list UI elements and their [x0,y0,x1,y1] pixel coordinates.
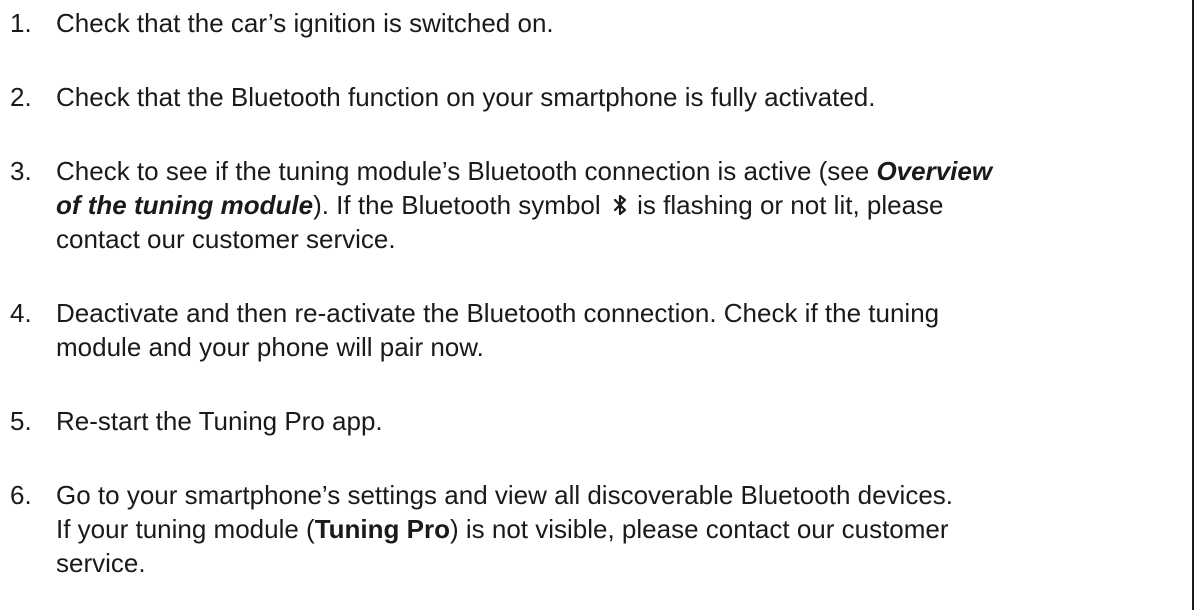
step-text: Check that the Bluetooth function on you… [56,82,876,112]
overview-reference-cont: of the tuning module [56,190,314,220]
step-text-line-2: module and your phone will pair now. [56,332,484,362]
step-text-line-2: of the tuning module). If the Bluetooth … [56,188,1190,222]
step-number: 3. [10,156,32,186]
step-number: 2. [10,82,32,112]
page-border-right [1192,0,1194,610]
troubleshooting-steps: 1. Check that the car’s ignition is swit… [10,6,1190,580]
step-number: 5. [10,406,32,436]
step-number: 4. [10,298,32,328]
step-4: 4. Deactivate and then re-activate the B… [10,296,1190,364]
step-number: 1. [10,8,32,38]
step-text-line-1: Deactivate and then re-activate the Blue… [56,298,940,328]
step-text-segment: Check to see if the tuning module’s Blue… [56,156,877,186]
step-2: 2. Check that the Bluetooth function on … [10,80,1190,114]
step-text-line-3: contact our customer service. [56,224,396,254]
step-1: 1. Check that the car’s ignition is swit… [10,6,1190,40]
step-text: Check that the car’s ignition is switche… [56,8,554,38]
step-3: 3. Check to see if the tuning module’s B… [10,154,1190,256]
step-text-segment: ). If the Bluetooth symbol [313,190,608,220]
step-text-line-2: If your tuning module (Tuning Pro) is no… [56,512,1190,546]
overview-reference: Overview [876,156,993,186]
step-text-segment: ) is not visible, please contact our cus… [449,514,949,544]
step-text-line-1: Go to your smartphone’s settings and vie… [56,480,954,510]
bluetooth-icon [613,194,626,216]
step-text-segment: is flashing or not lit, please [629,190,944,220]
step-text: Re-start the Tuning Pro app. [56,406,383,436]
step-text-line-3: service. [56,548,146,578]
step-6: 6. Go to your smartphone’s settings and … [10,478,1190,580]
step-5: 5. Re-start the Tuning Pro app. [10,404,1190,438]
step-text-line-1: Check to see if the tuning module’s Blue… [56,154,1190,188]
device-name: Tuning Pro [314,514,450,544]
step-number: 6. [10,480,32,510]
step-text-segment: If your tuning module ( [56,514,315,544]
